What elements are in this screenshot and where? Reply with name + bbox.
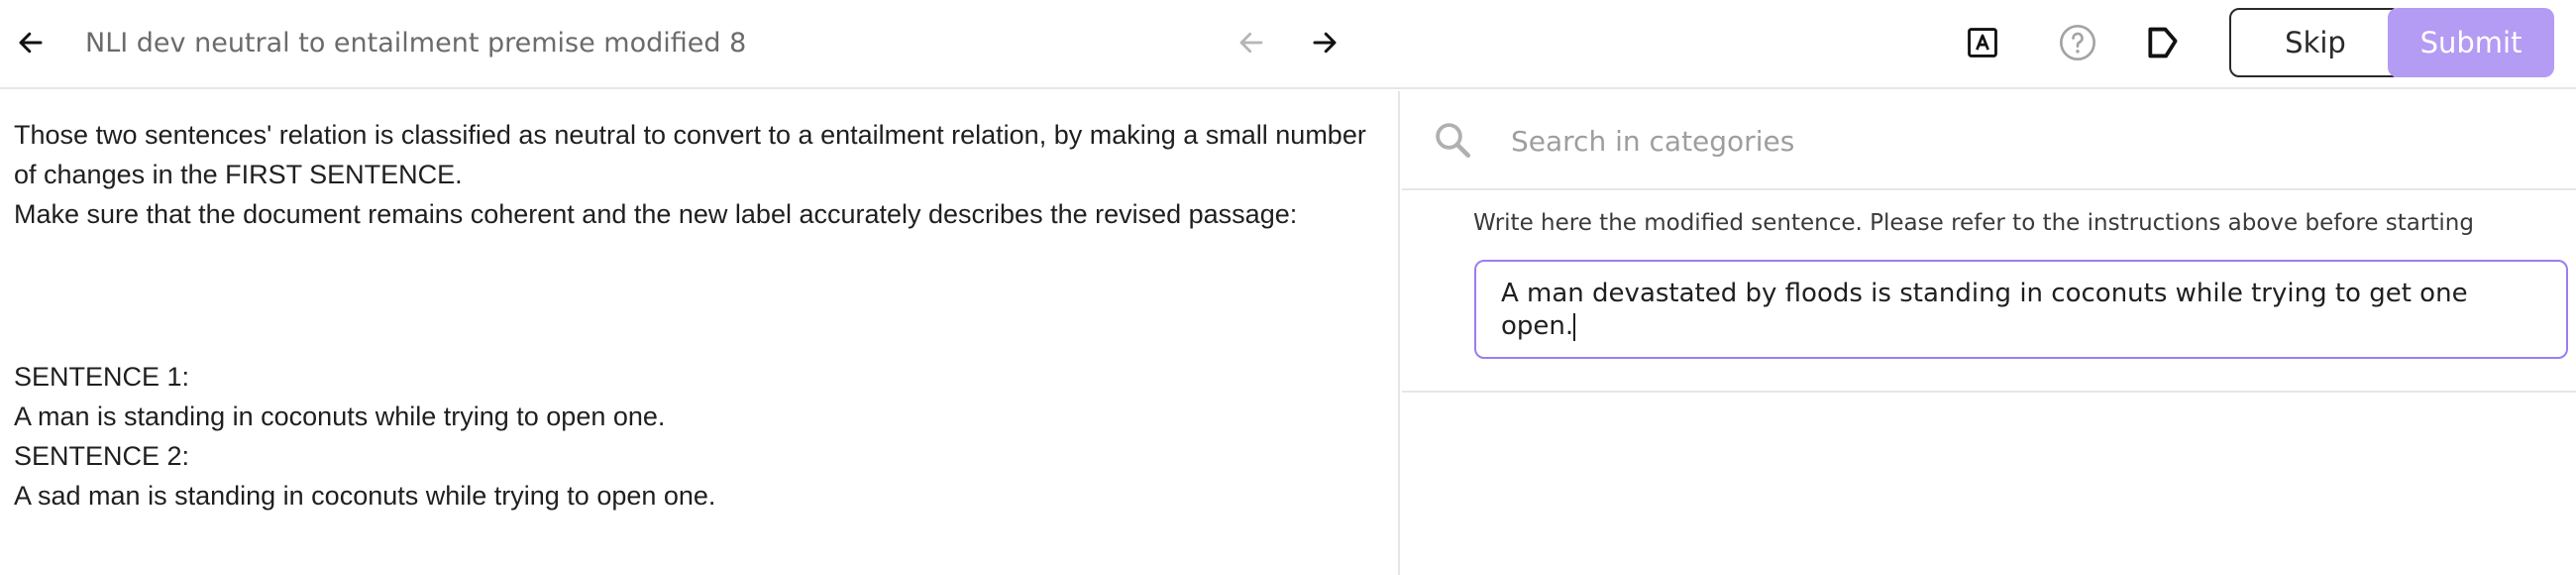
modified-sentence-value: A man devastated by floods is standing i… bbox=[1501, 279, 2468, 341]
arrow-left-icon bbox=[1239, 32, 1263, 54]
category-search-bar bbox=[1402, 91, 2576, 190]
annotation-panel: Write here the modified sentence. Please… bbox=[1402, 91, 2576, 575]
arrow-right-icon bbox=[1313, 32, 1337, 54]
instruction-text-2: Make sure that the document remains cohe… bbox=[14, 199, 1298, 229]
modified-sentence-input[interactable]: A man devastated by floods is standing i… bbox=[1474, 260, 2568, 359]
submit-button[interactable]: Submit bbox=[2388, 8, 2554, 77]
search-icon bbox=[1436, 123, 1471, 159]
text-cursor bbox=[1573, 312, 1576, 341]
task-instructions-panel: Those two sentences' relation is classif… bbox=[0, 91, 1400, 575]
sentence-2-text: A sad man is standing in coconuts while … bbox=[14, 481, 716, 511]
font-size-icon bbox=[1968, 28, 1997, 58]
back-button[interactable] bbox=[8, 20, 54, 65]
skip-button[interactable]: Skip bbox=[2229, 8, 2402, 77]
arrow-left-icon bbox=[19, 32, 43, 54]
label-button[interactable] bbox=[2140, 20, 2186, 65]
modified-sentence-section: Write here the modified sentence. Please… bbox=[1402, 192, 2576, 393]
top-bar: NLI dev neutral to entailment premise mo… bbox=[0, 0, 2576, 89]
sentence-1-text: A man is standing in coconuts while tryi… bbox=[14, 402, 666, 431]
sentence-2-label: SENTENCE 2: bbox=[14, 441, 190, 471]
task-title: NLI dev neutral to entailment premise mo… bbox=[85, 28, 747, 58]
modified-sentence-label: Write here the modified sentence. Please… bbox=[1473, 210, 2474, 236]
help-circle-icon bbox=[2060, 25, 2095, 60]
sentence-1-label: SENTENCE 1: bbox=[14, 362, 190, 392]
instruction-text: Those two sentences' relation is classif… bbox=[14, 120, 1366, 189]
label-tag-icon bbox=[2148, 27, 2178, 58]
category-search-input[interactable] bbox=[1511, 113, 2541, 169]
next-item-button[interactable] bbox=[1302, 20, 1347, 65]
font-size-button[interactable] bbox=[1962, 22, 2003, 63]
previous-item-button[interactable] bbox=[1229, 20, 1274, 65]
sentence-pair: SENTENCE 1: A man is standing in coconut… bbox=[14, 357, 715, 516]
help-button[interactable] bbox=[2055, 20, 2100, 65]
